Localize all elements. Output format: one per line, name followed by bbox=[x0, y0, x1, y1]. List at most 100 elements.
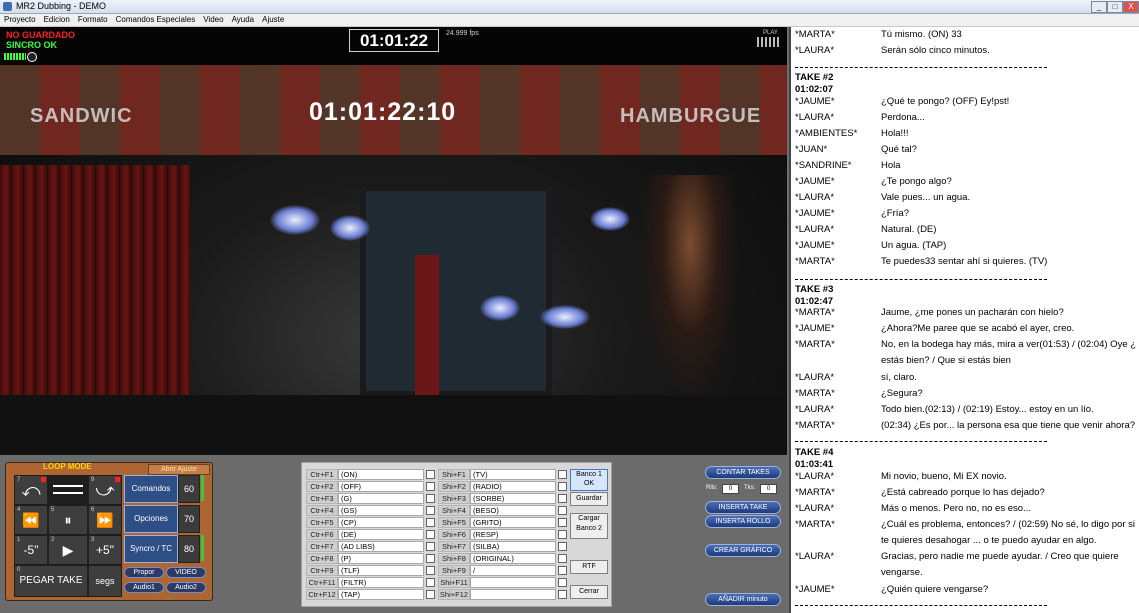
loop-forward-button[interactable]: 9 ⤻ bbox=[88, 475, 122, 505]
play-button[interactable]: 2 ▶ bbox=[48, 535, 88, 565]
shortcut-input[interactable]: (GS) bbox=[338, 505, 424, 516]
shortcut-input[interactable]: (RADIO) bbox=[470, 481, 556, 492]
pegar-take-button[interactable]: 0 PEGAR TAKE bbox=[14, 565, 88, 597]
shortcut-checkbox[interactable] bbox=[426, 518, 435, 527]
shortcut-input[interactable] bbox=[470, 589, 556, 600]
inserta-take-button[interactable]: INSERTA TAKE bbox=[705, 501, 781, 514]
loop-mode-title: LOOP MODE bbox=[43, 462, 92, 471]
shortcut-input[interactable]: (AD LIBS) bbox=[338, 541, 424, 552]
audio2-button[interactable]: Audio2 bbox=[166, 582, 206, 593]
crear-grafico-button[interactable]: CREAR GRÁFICO bbox=[705, 544, 781, 557]
shortcut-checkbox[interactable] bbox=[558, 506, 567, 515]
abrir-ajuste-button[interactable]: Abrir Ajuste bbox=[148, 464, 210, 475]
shortcut-checkbox[interactable] bbox=[558, 590, 567, 599]
shortcut-input[interactable]: (BESO) bbox=[470, 505, 556, 516]
shortcut-input[interactable]: (OFF) bbox=[338, 481, 424, 492]
video-button[interactable]: VIDEO bbox=[166, 567, 206, 578]
menu-formato[interactable]: Formato bbox=[78, 14, 108, 26]
loop-panel: LOOP MODE Abrir Ajuste 7 ⤺ 9 ⤻ 4 ⏪ 5 ⏸ 6… bbox=[5, 462, 213, 601]
shortcut-checkbox[interactable] bbox=[426, 554, 435, 563]
shortcut-checkbox[interactable] bbox=[558, 470, 567, 479]
menu-comandos-especiales[interactable]: Comandos Especiales bbox=[116, 14, 196, 26]
shortcut-input[interactable]: (RESP) bbox=[470, 529, 556, 540]
play-icon: ▶ bbox=[62, 542, 74, 558]
shortcut-input[interactable]: (DE) bbox=[338, 529, 424, 540]
minimize-button[interactable]: _ bbox=[1091, 1, 1107, 13]
shortcut-checkbox[interactable] bbox=[558, 482, 567, 491]
tks-label: Tks: bbox=[744, 485, 756, 491]
shortcut-input[interactable]: (ORIGINAL) bbox=[470, 553, 556, 564]
value-80[interactable]: 80 bbox=[178, 535, 200, 563]
shortcut-checkbox[interactable] bbox=[558, 494, 567, 503]
audio1-button[interactable]: Audio1 bbox=[124, 582, 164, 593]
take-title: TAKE #4 bbox=[795, 447, 834, 458]
guardar-button[interactable]: Guardar bbox=[570, 492, 608, 506]
comandos-button[interactable]: Comandos bbox=[124, 475, 178, 503]
sincro-tc-button[interactable]: Syncro / TC bbox=[124, 535, 178, 563]
shortcut-checkbox[interactable] bbox=[426, 506, 435, 515]
shortcut-input[interactable]: (TV) bbox=[470, 469, 556, 480]
rtf-button[interactable]: RTF bbox=[570, 560, 608, 574]
value-60[interactable]: 60 bbox=[178, 475, 200, 503]
shortcut-checkbox[interactable] bbox=[558, 518, 567, 527]
shortcut-input[interactable]: (G) bbox=[338, 493, 424, 504]
fast-forward-icon: ⏩ bbox=[96, 512, 114, 528]
shortcut-checkbox[interactable] bbox=[426, 590, 435, 599]
menu-video[interactable]: Video bbox=[203, 14, 223, 26]
menu-edicion[interactable]: Edicion bbox=[44, 14, 70, 26]
plus-5-button[interactable]: 3 +5" bbox=[88, 535, 122, 565]
shortcut-checkbox[interactable] bbox=[426, 542, 435, 551]
video-player[interactable]: SANDWIC HAMBURGUE NO GUARDADO SINCRO OK … bbox=[0, 27, 787, 455]
inserta-rollo-button[interactable]: INSERTA ROLLO bbox=[705, 515, 781, 528]
shortcut-input[interactable]: (GRITO) bbox=[470, 517, 556, 528]
rlls-label: Rlls: bbox=[706, 485, 718, 491]
contar-takes-button[interactable]: CONTAR TAKES bbox=[705, 466, 781, 479]
rewind-button[interactable]: 4 ⏪ bbox=[14, 505, 48, 535]
take-separator bbox=[795, 67, 1047, 68]
fast-forward-button[interactable]: 6 ⏩ bbox=[88, 505, 122, 535]
shortcut-input[interactable]: (FILTR) bbox=[338, 577, 424, 588]
level-bar bbox=[201, 535, 204, 561]
shortcut-checkbox[interactable] bbox=[426, 494, 435, 503]
segs-button[interactable]: segs bbox=[88, 565, 122, 597]
banco1-button[interactable]: Banco 1 OK bbox=[570, 469, 608, 491]
record-icon bbox=[27, 52, 37, 62]
shortcut-input[interactable]: (SILBA) bbox=[470, 541, 556, 552]
value-70[interactable]: 70 bbox=[178, 505, 200, 533]
take-title: TAKE #3 bbox=[795, 284, 834, 295]
shortcut-input[interactable]: (TAP) bbox=[338, 589, 424, 600]
status-not-saved: NO GUARDADO bbox=[6, 30, 75, 40]
shortcut-input[interactable]: (TLF) bbox=[338, 565, 424, 576]
cargar-banco2-button[interactable]: Cargar Banco 2 bbox=[570, 513, 608, 539]
opciones-button[interactable]: Opciones bbox=[124, 505, 178, 533]
shortcut-input[interactable]: / bbox=[470, 565, 556, 576]
shortcut-checkbox[interactable] bbox=[558, 542, 567, 551]
shortcut-checkbox[interactable] bbox=[558, 578, 567, 587]
loop-back-button[interactable]: 7 ⤺ bbox=[14, 475, 48, 505]
anadir-minuto-button[interactable]: AÑADIR minuto bbox=[705, 593, 781, 606]
shortcut-input[interactable]: (P) bbox=[338, 553, 424, 564]
shortcut-input[interactable] bbox=[470, 577, 556, 588]
shortcut-checkbox[interactable] bbox=[426, 566, 435, 575]
maximize-button[interactable]: □ bbox=[1107, 1, 1123, 13]
cerrar-button[interactable]: Cerrar bbox=[570, 585, 608, 599]
shortcut-checkbox[interactable] bbox=[426, 470, 435, 479]
shortcut-checkbox[interactable] bbox=[426, 578, 435, 587]
loop-left-icon: ⤺ bbox=[21, 480, 41, 500]
menu-proyecto[interactable]: Proyecto bbox=[4, 14, 36, 26]
minus-5-button[interactable]: 1 -5" bbox=[14, 535, 48, 565]
script-panel[interactable]: *MARTA* Tú mismo. (ON) 33 *LAURA* Serán só… bbox=[789, 27, 1139, 613]
shortcut-checkbox[interactable] bbox=[558, 530, 567, 539]
shortcut-input[interactable]: (CP) bbox=[338, 517, 424, 528]
close-button[interactable]: X bbox=[1123, 1, 1139, 13]
pause-button[interactable]: 5 ⏸ bbox=[48, 505, 88, 535]
shortcut-input[interactable]: (ON) bbox=[338, 469, 424, 480]
menu-ajuste[interactable]: Ajuste bbox=[262, 14, 284, 26]
shortcut-checkbox[interactable] bbox=[426, 482, 435, 491]
propor-button[interactable]: Propor bbox=[124, 567, 164, 578]
menu-ayuda[interactable]: Ayuda bbox=[232, 14, 255, 26]
shortcut-checkbox[interactable] bbox=[558, 566, 567, 575]
shortcut-input[interactable]: (SORBE) bbox=[470, 493, 556, 504]
shortcut-checkbox[interactable] bbox=[426, 530, 435, 539]
shortcut-checkbox[interactable] bbox=[558, 554, 567, 563]
